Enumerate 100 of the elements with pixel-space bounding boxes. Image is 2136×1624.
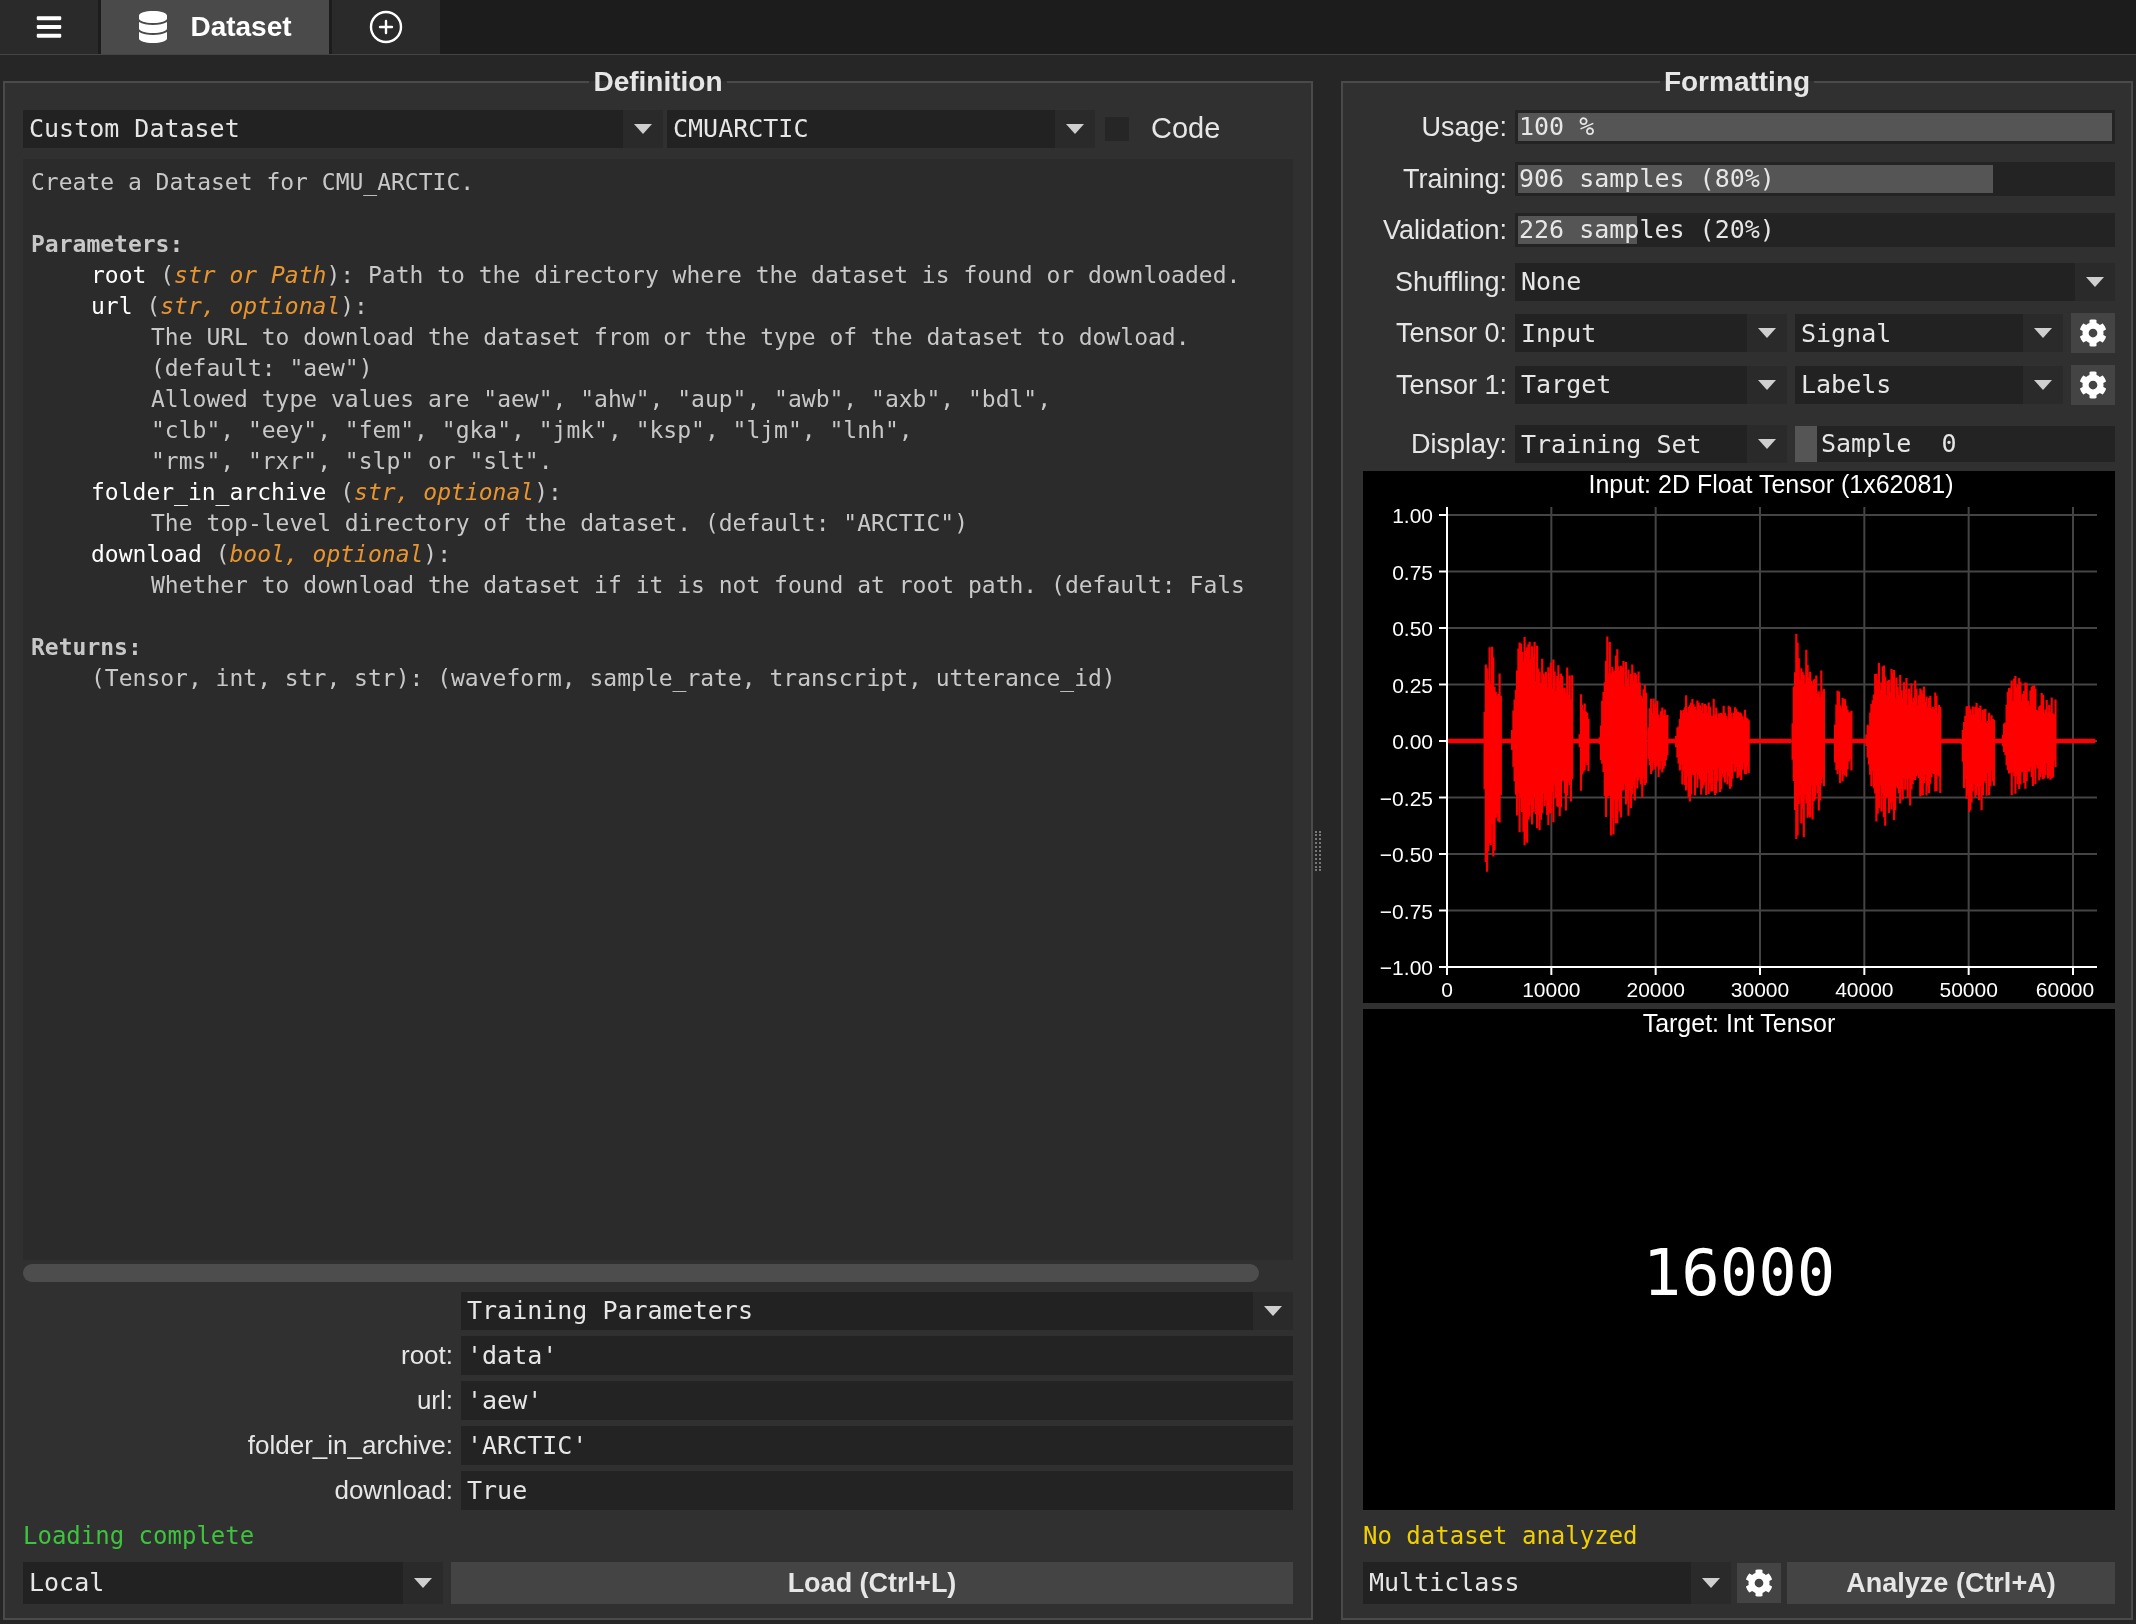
field-label: Validation:	[1381, 214, 1507, 247]
display-set-dropdown-text: Training Set	[1521, 428, 1703, 461]
dataset-type-dropdown-text: Custom Dataset	[29, 113, 241, 145]
axis-label: −1.00	[1379, 955, 1433, 979]
add-tab-button[interactable]	[332, 0, 440, 54]
progress-text: 100 %	[1519, 111, 1595, 144]
axis-label: 40000	[1835, 977, 1894, 1001]
task-dropdown-text: Multiclass	[1369, 1567, 1521, 1600]
dropdown-arrow-icon	[2086, 276, 2104, 287]
dropdown-arrow-icon	[2034, 328, 2052, 339]
analyze-button[interactable]: Analyze (Ctrl+A)	[1787, 1562, 2115, 1604]
field-label: Tensor 0:	[1394, 317, 1507, 350]
input-field[interactable]: True	[461, 1471, 1293, 1510]
docstring-line: Returns:	[31, 632, 143, 662]
docstring-line: Parameters:	[31, 229, 185, 259]
database-icon	[138, 11, 169, 43]
docstring-line: The top-level directory of the dataset. (default: "ARCTIC")	[150, 508, 969, 538]
status-text: Loading complete	[23, 1521, 256, 1552]
chart-title: Input: 2D Float Tensor (1x62081)	[1588, 470, 1954, 498]
input-field[interactable]: 'ARCTIC'	[461, 1426, 1293, 1465]
axis-label: 1.00	[1392, 503, 1433, 527]
docstring-line: "clb", "eey", "fem", "gka", "jmk", "ksp", "ljm", "lnh",	[150, 415, 914, 445]
dropdown-arrow-icon	[634, 123, 652, 134]
axis-label: −0.50	[1379, 842, 1433, 866]
axis-label: 0.75	[1392, 560, 1433, 583]
horizontal-scrollbar[interactable]	[23, 1264, 1259, 1282]
panel-title: Definition	[592, 65, 724, 99]
docstring-line: url (str, optional):	[90, 291, 369, 321]
axis-label: 0.00	[1392, 729, 1433, 753]
tensor-role-dropdown-text: Target	[1521, 369, 1613, 401]
dropdown-arrow-icon	[1702, 1578, 1720, 1588]
parameter-set-dropdown-text: Training Parameters	[467, 1295, 754, 1328]
parameter-set-dropdown[interactable]: Training Parameters	[461, 1292, 1293, 1330]
field-label: Shuffling:	[1393, 265, 1507, 299]
dropdown-arrow-icon	[414, 1578, 432, 1588]
axis-label: 0	[1441, 977, 1453, 1001]
axis-label: −0.75	[1379, 899, 1433, 922]
field-label: url:	[415, 1384, 453, 1417]
progress-text: 906 samples (80%)	[1519, 162, 1775, 195]
axis-label: −0.25	[1379, 786, 1433, 809]
target-value: 16000	[1642, 1235, 1836, 1313]
tensor-type-dropdown[interactable]: Signal	[1795, 314, 2063, 353]
dropdown-arrow-icon	[1758, 379, 1776, 390]
tab[interactable]: Dataset	[101, 0, 329, 54]
source-dropdown[interactable]: Local	[23, 1562, 443, 1604]
checkbox-label: Code	[1151, 111, 1221, 146]
panel-title: Formatting	[1662, 65, 1812, 99]
docstring-line: folder_in_archive (str, optional):	[90, 477, 563, 508]
settings-button[interactable]	[2071, 364, 2115, 405]
load-button[interactable]: Load (Ctrl+L)	[451, 1562, 1293, 1604]
menu-button[interactable]	[0, 0, 98, 54]
dataset-dropdown[interactable]: CMUARCTIC	[667, 109, 1095, 148]
display-set-dropdown[interactable]: Training Set	[1515, 425, 1787, 464]
axis-label: 50000	[1939, 977, 1998, 1001]
tensor-type-dropdown[interactable]: Labels	[1795, 365, 2063, 404]
status-text: No dataset analyzed	[1363, 1521, 1639, 1552]
dataset-type-dropdown[interactable]: Custom Dataset	[23, 109, 663, 148]
dropdown-arrow-icon	[1066, 123, 1084, 134]
dropdown-arrow-icon	[2034, 379, 2052, 390]
docstring-line: (default: "aew")	[150, 353, 374, 383]
settings-button[interactable]	[1737, 1563, 1781, 1603]
axis-label: 20000	[1626, 977, 1685, 1001]
axis-label: 0.25	[1392, 673, 1433, 696]
shuffling-dropdown[interactable]: None	[1515, 262, 2115, 301]
axis-label: 30000	[1730, 977, 1790, 1001]
docstring-line: "rms", "rxr", "slp" or "slt".	[150, 446, 554, 476]
settings-icon	[2079, 319, 2107, 348]
dropdown-arrow-icon	[1264, 1306, 1282, 1316]
field-label: download:	[333, 1474, 453, 1507]
chart-title: Target: Int Tensor	[1642, 1008, 1836, 1037]
settings-icon	[1745, 1569, 1773, 1597]
dropdown-arrow-icon	[1758, 439, 1776, 450]
sample-slider[interactable]: Sample 0	[1795, 426, 2115, 463]
tensor-type-dropdown-text: Signal	[1801, 317, 1893, 350]
source-dropdown-text: Local	[29, 1567, 106, 1600]
axis-label: 10000	[1522, 977, 1581, 1001]
docstring-line: Whether to download the dataset if it is not found at root path. (default: Fals	[150, 570, 1246, 600]
settings-button[interactable]	[2071, 313, 2115, 354]
tensor-type-dropdown-text: Labels	[1801, 369, 1893, 401]
slider-text: Sample 0	[1821, 428, 1957, 461]
docstring-line: Allowed type values are "aew", "ahw", "aup", "awb", "axb", "bdl",	[150, 384, 1053, 414]
dataset-dropdown-text: CMUARCTIC	[673, 113, 810, 145]
tensor-role-dropdown[interactable]: Target	[1515, 365, 1787, 404]
task-dropdown[interactable]: Multiclass	[1363, 1562, 1731, 1604]
field-label: Tensor 1:	[1394, 368, 1507, 402]
settings-icon	[2079, 370, 2107, 399]
field-label: Usage:	[1420, 111, 1507, 144]
input-field[interactable]: 'aew'	[461, 1381, 1293, 1420]
tensor-role-dropdown[interactable]: Input	[1515, 314, 1787, 353]
docstring-line: The URL to download the dataset from or the type of the dataset to dowload.	[150, 322, 1191, 352]
field-label: Display:	[1409, 428, 1507, 461]
axis-label: 0.50	[1392, 616, 1433, 640]
dropdown-arrow-icon	[1758, 328, 1776, 339]
slider-thumb[interactable]	[1795, 426, 1817, 463]
axis-label: 60000	[2035, 977, 2095, 1001]
docstring-line: Create a Dataset for CMU_ARCTIC.	[31, 167, 476, 198]
docstring-line: root (str or Path): Path to the directory where the dataset is found or downloaded.	[90, 260, 1242, 290]
input-field[interactable]: 'data'	[461, 1336, 1293, 1375]
tensor-role-dropdown-text: Input	[1521, 317, 1598, 350]
splitter-handle[interactable]	[1315, 831, 1321, 871]
